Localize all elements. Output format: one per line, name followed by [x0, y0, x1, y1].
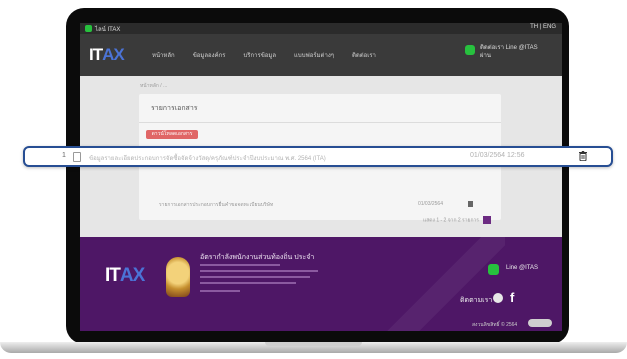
top-bar: ไลน์ ITAX TH | ENG — [80, 23, 562, 34]
row-date: 01/03/2564 — [417, 201, 443, 207]
nav-item-services[interactable]: บริการข้อมูล — [243, 50, 276, 60]
page-button[interactable] — [483, 216, 491, 224]
trash-icon[interactable] — [579, 151, 587, 161]
logo-part-it: IT — [89, 45, 103, 64]
divider — [139, 122, 501, 123]
language-switch[interactable]: TH | ENG — [530, 24, 556, 30]
row-description[interactable]: ข้อมูลรายละเอียดประกอบการจัดซื้อจัดจ้างว… — [89, 153, 326, 163]
nav-menu: หน้าหลัก ข้อมูลองค์กร บริการข้อมูล แบบฟอ… — [152, 50, 376, 60]
nav-item-home[interactable]: หน้าหลัก — [152, 50, 175, 60]
globe-icon[interactable] — [493, 293, 503, 303]
highlighted-document-row[interactable]: 1 ข้อมูลรายละเอียดประกอบการจัดซื้อจัดจ้า… — [23, 146, 613, 167]
trash-icon[interactable] — [468, 201, 473, 207]
nav-line-label: ติดต่อเรา Line @ITAS ผ่าน — [480, 44, 538, 60]
row-title: รายการเอกสารประกอบการยื่นคำขอจดทะเบียนบร… — [159, 202, 274, 208]
pagination: แสดง 1 - 2 จาก 2 รายการ — [423, 216, 491, 224]
download-tag[interactable]: ดาวน์โหลดเอกสาร — [146, 130, 198, 139]
nav-item-contact[interactable]: ติดต่อเรา — [352, 50, 376, 60]
table-row[interactable]: รายการเอกสารประกอบการยื่นคำขอจดทะเบียนบร… — [147, 200, 493, 210]
facebook-icon[interactable]: f — [510, 290, 514, 305]
topbar-badge-text: ไลน์ ITAX — [95, 27, 121, 33]
logo-part-ax: AX — [102, 45, 125, 64]
follow-label: ติดตามเรา — [460, 297, 493, 304]
footer-line-text[interactable]: Line @ITAS — [506, 265, 538, 271]
footer-logo-part-ax: AX — [119, 265, 145, 286]
card-title: รายการเอกสาร — [151, 105, 198, 112]
screen: ไลน์ ITAX TH | ENG ITAX หน้าหลัก ข้อมูลอ… — [80, 23, 562, 331]
footer-text-line — [200, 264, 280, 266]
row-number: 1 — [62, 152, 66, 159]
row-date: 01/03/2564 12:56 — [470, 152, 525, 159]
emblem-seal-icon — [166, 257, 190, 297]
footer-logo-part-it: IT — [105, 265, 121, 286]
line-icon[interactable] — [465, 45, 475, 55]
nav-item-forms[interactable]: แบบฟอร์มต่างๆ — [294, 50, 334, 60]
line-icon[interactable] — [488, 264, 499, 275]
footer-title: อัตรากำลังพนักงานส่วนท้องถิ่น ประจำ — [200, 254, 315, 261]
pagination-text: แสดง 1 - 2 จาก 2 รายการ — [422, 217, 479, 224]
breadcrumb[interactable]: หน้าหลัก / ... — [140, 82, 167, 90]
footer-text-line — [200, 270, 318, 272]
file-icon — [73, 152, 81, 162]
footer-pill-button[interactable] — [528, 319, 552, 327]
laptop-notch — [265, 342, 362, 346]
line-icon[interactable] — [85, 25, 92, 32]
footer-text-line — [200, 290, 240, 292]
nav-item-about[interactable]: ข้อมูลองค์กร — [193, 50, 226, 60]
navbar: ITAX หน้าหลัก ข้อมูลองค์กร บริการข้อมูล … — [80, 34, 562, 76]
footer-logo: ITAX — [105, 265, 145, 287]
footer: ITAX อัตรากำลังพนักงานส่วนท้องถิ่น ประจำ… — [80, 237, 562, 331]
footer-decoration — [385, 237, 505, 331]
footer-text-line — [200, 276, 310, 278]
nav-line-text-2: ผ่าน — [480, 53, 491, 59]
nav-line-text-1: ติดต่อเรา Line @ITAS — [480, 45, 538, 51]
footer-text-line — [200, 282, 296, 284]
copyright-text: สงวนลิขสิทธิ์ © 2564 — [472, 322, 518, 328]
site-logo[interactable]: ITAX — [89, 45, 125, 65]
